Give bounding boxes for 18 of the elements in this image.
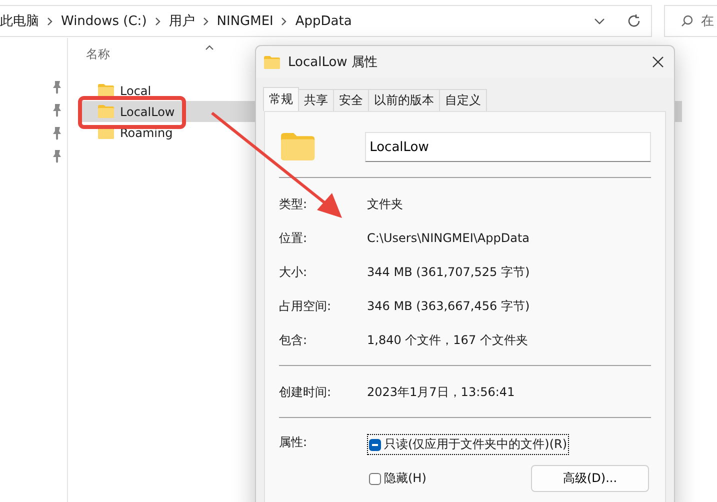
- file-name: Roaming: [120, 126, 173, 140]
- window-title: LocalLow 属性: [288, 54, 378, 71]
- property-value: 2023年1月7日，13:56:41: [367, 384, 516, 400]
- property-label: 类型:: [279, 196, 308, 212]
- property-label: 包含:: [279, 332, 308, 348]
- search-placeholder: 在: [701, 13, 714, 30]
- property-value: C:\Users\NINGMEI\AppData: [367, 231, 531, 245]
- file-name: Local: [120, 84, 152, 98]
- property-value: 346 MB (363,667,456 字节): [367, 298, 531, 314]
- property-label: 大小:: [279, 264, 308, 280]
- property-label: 位置:: [279, 230, 308, 246]
- file-name: LocalLow: [120, 104, 175, 118]
- property-label: 占用空间:: [279, 298, 332, 314]
- property-value: 1,840 个文件，167 个文件夹: [367, 332, 529, 348]
- property-value: 文件夹: [367, 196, 404, 212]
- attributes-label: 属性:: [279, 434, 308, 451]
- property-label: 创建时间:: [279, 384, 332, 400]
- property-value: 344 MB (361,707,525 字节): [367, 264, 531, 280]
